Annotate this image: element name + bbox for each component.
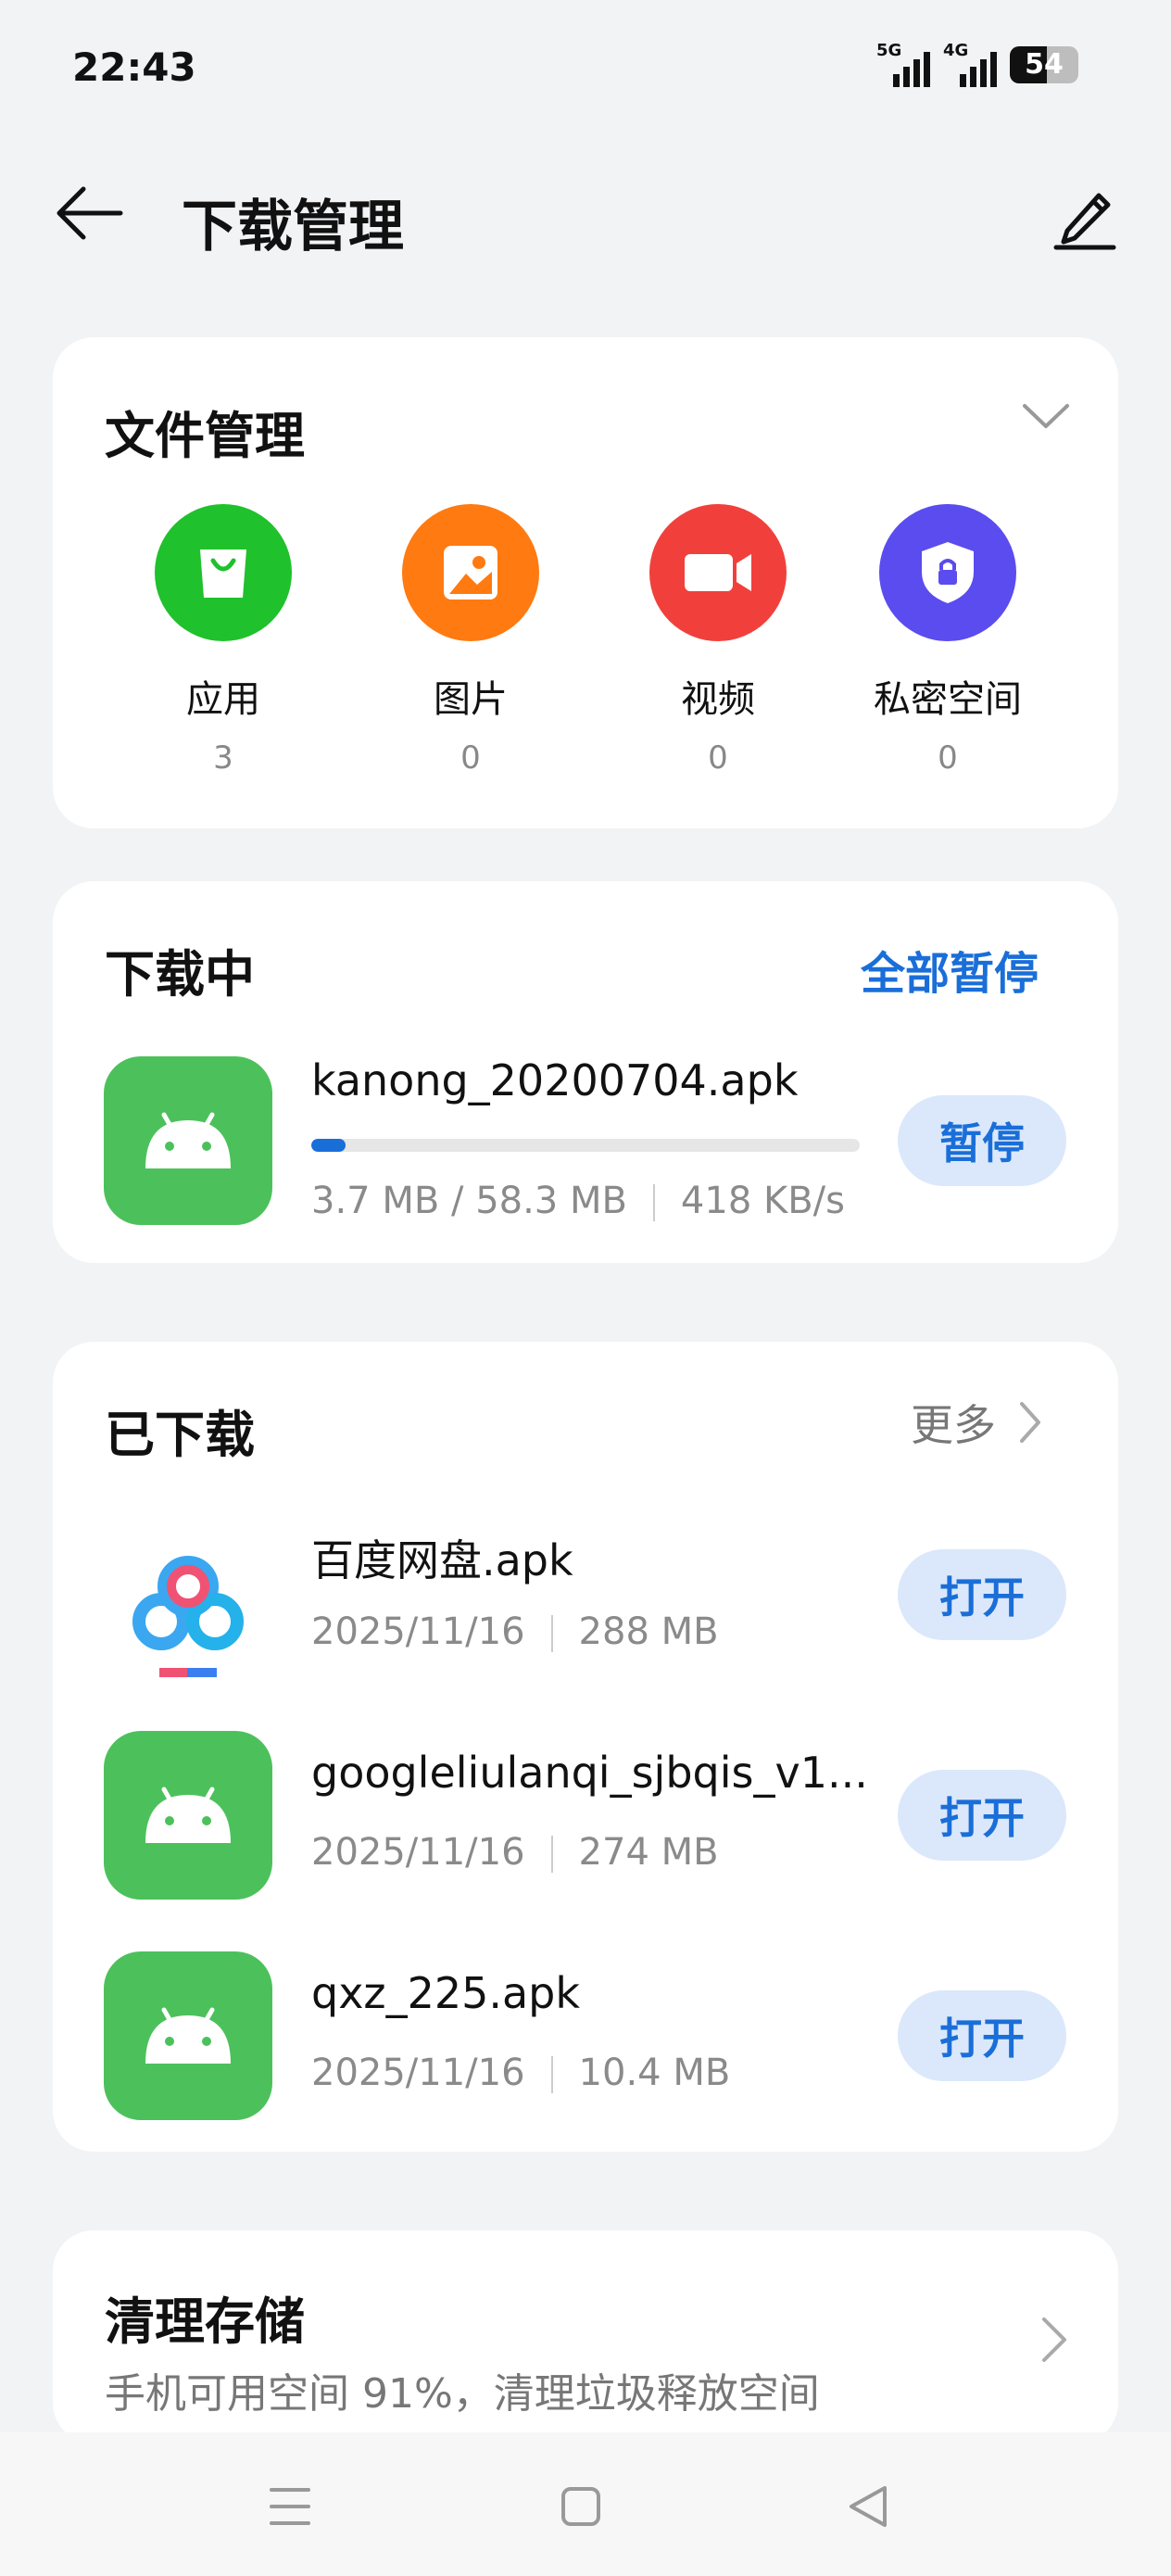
edit-button[interactable] — [1043, 174, 1127, 258]
category-count: 0 — [938, 739, 958, 777]
baidu-netdisk-icon — [104, 1529, 272, 1698]
more-label: 更多 — [911, 1400, 996, 1450]
divider — [550, 1615, 553, 1652]
system-nav-bar — [0, 2432, 1171, 2576]
file-size: 274 MB — [578, 1831, 719, 1874]
category-pictures[interactable]: 图片 0 — [350, 504, 591, 777]
home-square-icon — [561, 2487, 600, 2526]
file-management-title: 文件管理 — [105, 407, 305, 465]
more-button[interactable]: 更多 — [911, 1392, 1042, 1453]
open-button[interactable]: 打开 — [898, 1770, 1066, 1861]
downloaded-title: 已下载 — [105, 1406, 255, 1464]
open-button[interactable]: 打开 — [898, 1549, 1066, 1640]
category-private-space[interactable]: 私密空间 0 — [827, 504, 1068, 777]
battery-icon: 54 — [1010, 46, 1078, 83]
page-title: 下载管理 — [182, 195, 404, 259]
category-label: 应用 — [186, 678, 260, 721]
video-camera-icon — [649, 504, 787, 641]
download-speed: 418 KB/s — [680, 1180, 845, 1222]
open-button[interactable]: 打开 — [898, 1990, 1066, 2081]
file-size: 288 MB — [578, 1610, 719, 1653]
file-date: 2025/11/16 — [311, 1831, 525, 1874]
category-count: 3 — [213, 739, 233, 777]
category-apps[interactable]: 应用 3 — [103, 504, 344, 777]
shopping-bag-icon — [155, 504, 292, 641]
home-button[interactable] — [548, 2479, 613, 2534]
pause-all-button[interactable]: 全部暂停 — [861, 937, 1039, 1002]
back-nav-button[interactable] — [836, 2479, 900, 2534]
shield-lock-icon — [879, 504, 1016, 641]
category-videos[interactable]: 视频 0 — [598, 504, 838, 777]
android-icon — [104, 1951, 272, 2120]
image-icon — [402, 504, 539, 641]
status-bar: 22:43 5G 4G 54 — [0, 0, 1171, 139]
progress-fill — [311, 1139, 346, 1152]
triangle-back-icon — [850, 2486, 887, 2527]
file-name: qxz_225.apk — [311, 1968, 581, 2018]
file-date: 2025/11/16 — [311, 1610, 525, 1653]
divider — [652, 1184, 655, 1221]
collapse-button[interactable] — [1022, 402, 1070, 434]
category-count: 0 — [460, 739, 481, 777]
chevron-down-icon — [1023, 404, 1069, 428]
file-size: 10.4 MB — [578, 2052, 731, 2094]
downloaded-card: 已下载 更多 百度网盘.apk 2025/11/16 288 MB 打开 goo… — [53, 1342, 1118, 2152]
clean-storage-card[interactable]: 清理存储 手机可用空间 91%，清理垃圾释放空间 — [53, 2230, 1118, 2443]
back-button[interactable] — [48, 176, 130, 250]
menu-icon — [270, 2488, 310, 2525]
status-time: 22:43 — [72, 44, 196, 90]
android-icon — [104, 1731, 272, 1900]
top-bar: 下载管理 — [0, 158, 1171, 269]
status-icons: 5G 4G 54 — [876, 43, 1078, 87]
downloading-title: 下载中 — [105, 945, 255, 1004]
divider — [550, 2056, 553, 2093]
signal-5g-icon: 5G — [876, 43, 930, 87]
pause-button[interactable]: 暂停 — [898, 1095, 1066, 1186]
file-meta: 2025/11/16 288 MB — [311, 1610, 719, 1653]
category-label: 视频 — [681, 678, 755, 721]
chevron-right-icon — [1020, 1402, 1040, 1443]
downloading-card: 下载中 全部暂停 kanong_20200704.apk 3.7 MB / 58… — [53, 881, 1118, 1263]
download-size: 3.7 MB / 58.3 MB — [311, 1180, 627, 1222]
menu-button[interactable] — [258, 2479, 322, 2534]
battery-level: 54 — [1025, 48, 1064, 81]
clean-storage-subtitle: 手机可用空间 91%，清理垃圾释放空间 — [105, 2370, 820, 2418]
android-icon — [104, 1056, 272, 1225]
category-label: 私密空间 — [874, 678, 1022, 721]
category-label: 图片 — [434, 678, 508, 721]
pencil-icon — [1053, 193, 1116, 250]
file-name: kanong_20200704.apk — [311, 1055, 799, 1105]
file-name: 百度网盘.apk — [311, 1535, 573, 1585]
chevron-right-icon — [1040, 2316, 1068, 2368]
file-name: googleliulanqi_sjbqis_v1... — [311, 1748, 868, 1798]
arrow-left-icon — [57, 186, 123, 240]
divider — [550, 1836, 553, 1873]
download-progress-bar — [311, 1139, 860, 1152]
file-management-card: 文件管理 应用 3 图片 0 视频 0 私密空间 0 — [53, 337, 1118, 828]
file-meta: 2025/11/16 10.4 MB — [311, 2052, 730, 2094]
download-meta: 3.7 MB / 58.3 MB 418 KB/s — [311, 1180, 845, 1222]
category-count: 0 — [708, 739, 728, 777]
signal-4g-icon: 4G — [943, 43, 997, 87]
file-meta: 2025/11/16 274 MB — [311, 1831, 719, 1874]
clean-storage-title: 清理存储 — [105, 2292, 305, 2351]
file-date: 2025/11/16 — [311, 2052, 525, 2094]
